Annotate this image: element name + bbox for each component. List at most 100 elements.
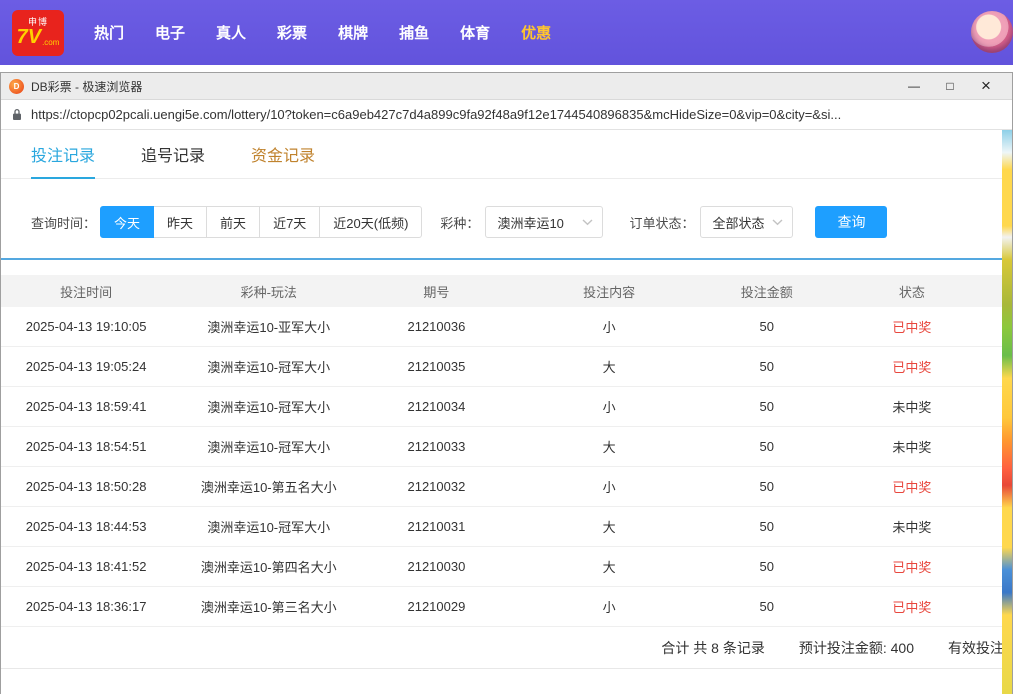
chevron-down-icon <box>582 219 593 226</box>
game-play: 澳洲幸运10-冠军大小 <box>171 437 366 456</box>
bet-content: 小 <box>506 397 711 416</box>
bet-status: 未中奖 <box>822 437 1002 456</box>
nav-item-7[interactable]: 体育 <box>460 22 490 43</box>
column-header-3: 期号 <box>366 282 506 301</box>
page-viewport: 投注记录追号记录资金记录 查询时间： 今天昨天前天近7天近20天(低频) 彩种：… <box>1 130 1012 694</box>
bet-content: 小 <box>506 597 711 616</box>
bet-time: 2025-04-13 18:54:51 <box>1 439 171 454</box>
nav-item-8[interactable]: 优惠 <box>521 22 551 43</box>
bet-content: 大 <box>506 557 711 576</box>
time-filter-3[interactable]: 前天 <box>206 206 260 238</box>
nav-item-5[interactable]: 棋牌 <box>338 22 368 43</box>
minimize-button[interactable]: — <box>896 73 932 100</box>
records-panel: 投注记录追号记录资金记录 查询时间： 今天昨天前天近7天近20天(低频) 彩种：… <box>1 130 1002 694</box>
site-favicon-icon: D <box>9 79 24 94</box>
table-row: 2025-04-13 18:54:51澳洲幸运10-冠军大小21210033大5… <box>1 427 1002 467</box>
nav-item-1[interactable]: 热门 <box>94 22 124 43</box>
filter-bar: 查询时间： 今天昨天前天近7天近20天(低频) 彩种： 澳洲幸运10 订单状态：… <box>1 179 1002 260</box>
table-row: 2025-04-13 18:44:53澳洲幸运10-冠军大小21210031大5… <box>1 507 1002 547</box>
table-body: 2025-04-13 19:10:05澳洲幸运10-亚军大小21210036小5… <box>1 307 1002 627</box>
tab-1[interactable]: 投注记录 <box>31 130 95 178</box>
logo-suffix-text: .com <box>42 39 59 47</box>
column-header-2: 彩种-玩法 <box>171 282 366 301</box>
column-header-1: 投注时间 <box>1 282 171 301</box>
bet-amount: 50 <box>712 479 822 494</box>
site-logo[interactable]: 申博 7V .com <box>12 10 64 56</box>
time-filter-4[interactable]: 近7天 <box>259 206 320 238</box>
window-controls: — □ × <box>896 73 1004 100</box>
valid-bet-amount: 有效投注金额 <box>948 638 1002 658</box>
table-header-row: 投注时间彩种-玩法期号投注内容投注金额状态 <box>1 275 1002 307</box>
summary-bar: 合计 共 8 条记录 预计投注金额: 400 有效投注金额 <box>1 627 1002 669</box>
nav-item-4[interactable]: 彩票 <box>277 22 307 43</box>
nav-item-6[interactable]: 捕鱼 <box>399 22 429 43</box>
bet-status: 已中奖 <box>822 477 1002 496</box>
bet-content: 大 <box>506 357 711 376</box>
bet-status: 未中奖 <box>822 397 1002 416</box>
nav-item-2[interactable]: 电子 <box>155 22 185 43</box>
chevron-down-icon <box>772 219 783 226</box>
lottery-filter-label: 彩种： <box>440 213 479 232</box>
table-row: 2025-04-13 18:36:17澳洲幸运10-第三名大小21210029小… <box>1 587 1002 627</box>
lottery-select-value: 澳洲幸运10 <box>497 213 563 232</box>
tab-3[interactable]: 资金记录 <box>251 130 315 178</box>
maximize-button[interactable]: □ <box>932 73 968 100</box>
records-tabs: 投注记录追号记录资金记录 <box>1 130 1002 179</box>
time-filter-1[interactable]: 今天 <box>100 206 154 238</box>
site-header: 申博 7V .com 热门 电子 真人 彩票 棋牌 捕鱼 体育 优惠 <box>0 0 1013 65</box>
issue-number: 21210033 <box>366 439 506 454</box>
browser-title-bar[interactable]: D DB彩票 - 极速浏览器 — □ × <box>1 73 1012 100</box>
bet-time: 2025-04-13 18:44:53 <box>1 519 171 534</box>
issue-number: 21210029 <box>366 599 506 614</box>
table-row: 2025-04-13 18:41:52澳洲幸运10-第四名大小21210030大… <box>1 547 1002 587</box>
order-status-select[interactable]: 全部状态 <box>700 206 793 238</box>
bet-status: 已中奖 <box>822 317 1002 336</box>
bet-amount: 50 <box>712 519 822 534</box>
bet-amount: 50 <box>712 359 822 374</box>
bet-time: 2025-04-13 18:36:17 <box>1 599 171 614</box>
table-row: 2025-04-13 19:05:24澳洲幸运10-冠军大小21210035大5… <box>1 347 1002 387</box>
game-play: 澳洲幸运10-第五名大小 <box>171 477 366 496</box>
time-filter-group: 今天昨天前天近7天近20天(低频) <box>100 206 422 238</box>
bet-time: 2025-04-13 19:05:24 <box>1 359 171 374</box>
time-filter-5[interactable]: 近20天(低频) <box>319 206 422 238</box>
bet-amount: 50 <box>712 399 822 414</box>
lottery-select[interactable]: 澳洲幸运10 <box>485 206 603 238</box>
bet-time: 2025-04-13 19:10:05 <box>1 319 171 334</box>
tab-2[interactable]: 追号记录 <box>141 130 205 178</box>
bet-content: 小 <box>506 317 711 336</box>
bet-amount: 50 <box>712 439 822 454</box>
total-records: 合计 共 8 条记录 <box>661 638 764 658</box>
issue-number: 21210036 <box>366 319 506 334</box>
bet-status: 已中奖 <box>822 357 1002 376</box>
expected-bet-amount: 预计投注金额: 400 <box>799 638 914 658</box>
time-filter-label: 查询时间： <box>31 213 96 232</box>
issue-number: 21210030 <box>366 559 506 574</box>
bet-time: 2025-04-13 18:50:28 <box>1 479 171 494</box>
query-button[interactable]: 查询 <box>815 206 887 238</box>
main-nav: 热门 电子 真人 彩票 棋牌 捕鱼 体育 优惠 <box>94 22 551 43</box>
user-avatar[interactable] <box>971 11 1013 53</box>
bet-content: 小 <box>506 477 711 496</box>
bet-amount: 50 <box>712 319 822 334</box>
nav-item-3[interactable]: 真人 <box>216 22 246 43</box>
bet-amount: 50 <box>712 559 822 574</box>
order-status-label: 订单状态： <box>629 213 694 232</box>
game-play: 澳洲幸运10-冠军大小 <box>171 397 366 416</box>
address-bar[interactable]: https://ctopcp02pcali.uengi5e.com/lotter… <box>1 100 1012 130</box>
time-filter-2[interactable]: 昨天 <box>153 206 207 238</box>
issue-number: 21210034 <box>366 399 506 414</box>
bet-content: 大 <box>506 437 711 456</box>
bet-time: 2025-04-13 18:41:52 <box>1 559 171 574</box>
close-button[interactable]: × <box>968 73 1004 100</box>
url-text[interactable]: https://ctopcp02pcali.uengi5e.com/lotter… <box>31 107 841 122</box>
issue-number: 21210035 <box>366 359 506 374</box>
bet-status: 未中奖 <box>822 517 1002 536</box>
browser-window: D DB彩票 - 极速浏览器 — □ × https://ctopcp02pca… <box>0 72 1013 694</box>
logo-brand-text: 7V <box>17 27 41 47</box>
issue-number: 21210032 <box>366 479 506 494</box>
order-status-value: 全部状态 <box>712 213 764 232</box>
game-play: 澳洲幸运10-冠军大小 <box>171 517 366 536</box>
column-header-5: 投注金额 <box>712 282 822 301</box>
bet-amount: 50 <box>712 599 822 614</box>
